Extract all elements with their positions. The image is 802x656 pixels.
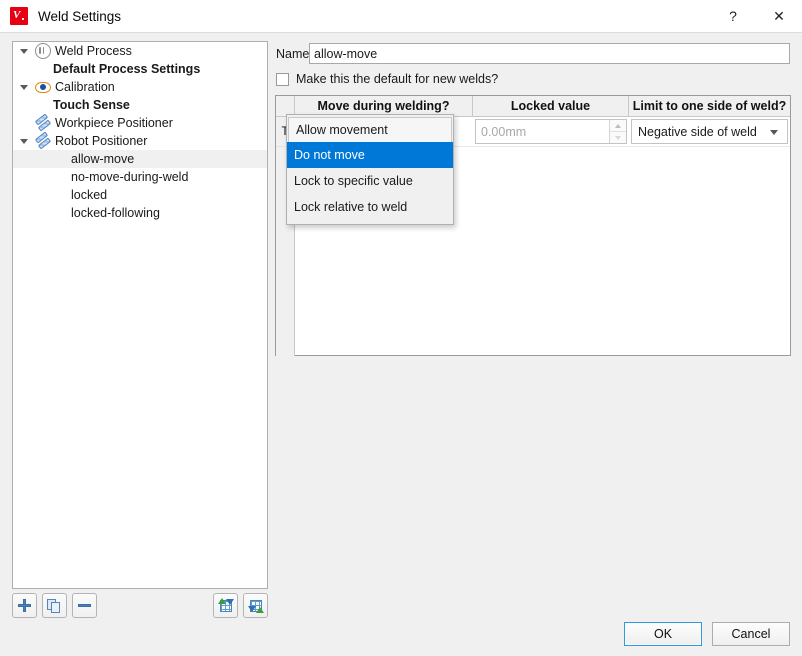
limit-to-one-side-dropdown[interactable]: Negative side of weld — [631, 119, 788, 144]
default-checkbox-label: Make this the default for new welds? — [296, 72, 499, 86]
tree-item-label: locked — [71, 188, 108, 202]
dropdown-option-lock-to-specific-value[interactable]: Lock to specific value — [287, 168, 453, 194]
tree-item-label: Default Process Settings — [53, 62, 201, 76]
cell-locked-value[interactable]: 0.00mm — [473, 117, 629, 146]
limit-to-one-side-value: Negative side of weld — [638, 124, 757, 139]
duplicate-icon — [47, 598, 62, 613]
cancel-button[interactable]: Cancel — [712, 622, 790, 646]
eye-icon — [33, 78, 53, 96]
tree-item-locked[interactable]: locked — [13, 186, 267, 204]
tree-item-allow-move[interactable]: allow-move — [13, 150, 267, 168]
table-corner-cell — [276, 96, 295, 116]
dropdown-option-allow-movement[interactable]: Allow movement — [288, 117, 452, 142]
app-icon: V — [10, 7, 28, 25]
tree-item-label: Calibration — [55, 80, 115, 94]
tree-item-label: Robot Positioner — [55, 134, 148, 148]
tree-item-label: locked-following — [71, 206, 160, 220]
tree-item-locked-following[interactable]: locked-following — [13, 204, 267, 222]
chevron-down-icon[interactable] — [15, 78, 33, 96]
ok-button[interactable]: OK — [624, 622, 702, 646]
duplicate-button[interactable] — [42, 593, 67, 618]
export-table-icon — [247, 598, 264, 613]
tree-item-default-process-settings[interactable]: Default Process Settings — [13, 60, 267, 78]
name-label: Name — [276, 47, 310, 61]
tree-item-no-move-during-weld[interactable]: no-move-during-weld — [13, 168, 267, 186]
positioner-icon — [33, 113, 53, 132]
default-checkbox[interactable] — [276, 72, 289, 86]
spinner-buttons[interactable] — [609, 120, 626, 143]
chevron-down-icon[interactable] — [15, 42, 33, 60]
column-header-locked-value[interactable]: Locked value — [473, 96, 629, 116]
remove-button[interactable] — [72, 593, 97, 618]
tree-item-weld-process[interactable]: Weld Process — [13, 42, 267, 60]
column-header-move-during-welding[interactable]: Move during welding? — [295, 96, 473, 116]
tree-item-label: Weld Process — [55, 44, 132, 58]
spinner-up-button[interactable] — [610, 120, 626, 132]
positioner-icon — [33, 131, 53, 150]
tree-item-label: allow-move — [71, 152, 135, 166]
title-bar: V Weld Settings ? ✕ — [0, 0, 802, 33]
tree-item-label: Workpiece Positioner — [55, 116, 173, 130]
locked-value-spinner[interactable]: 0.00mm — [475, 119, 627, 144]
default-checkbox-row[interactable]: Make this the default for new welds? — [276, 72, 498, 86]
add-icon — [18, 599, 31, 612]
chevron-down-icon — [615, 135, 621, 140]
dialog-button-bar: OK Cancel — [624, 622, 790, 646]
remove-icon — [78, 603, 91, 608]
weld-process-icon — [33, 42, 53, 60]
tree-item-calibration[interactable]: Calibration — [13, 78, 267, 96]
tree-item-touch-sense[interactable]: Touch Sense — [13, 96, 267, 114]
import-table-icon — [217, 598, 234, 613]
dropdown-option-do-not-move[interactable]: Do not move — [287, 142, 453, 168]
help-icon[interactable]: ? — [710, 0, 756, 32]
add-button[interactable] — [12, 593, 37, 618]
spinner-down-button[interactable] — [610, 132, 626, 143]
tree-item-workpiece-positioner[interactable]: Workpiece Positioner — [13, 113, 267, 132]
chevron-down-icon — [770, 129, 778, 135]
locked-value-text: 0.00mm — [481, 124, 527, 139]
window-title: Weld Settings — [38, 8, 122, 24]
tree-item-label: Touch Sense — [53, 98, 130, 112]
close-icon[interactable]: ✕ — [756, 0, 802, 32]
move-during-welding-dropdown-list[interactable]: Allow movement Do not move Lock to speci… — [286, 114, 454, 225]
chevron-down-icon[interactable] — [15, 132, 33, 150]
export-button[interactable] — [243, 593, 268, 618]
tree-item-robot-positioner[interactable]: Robot Positioner — [13, 131, 267, 150]
column-header-limit-to-one-side[interactable]: Limit to one side of weld? — [629, 96, 790, 116]
chevron-up-icon — [615, 123, 621, 128]
name-input[interactable] — [309, 43, 790, 64]
cell-limit-to-one-side[interactable]: Negative side of weld — [629, 117, 790, 146]
tree-item-label: no-move-during-weld — [71, 170, 189, 184]
dropdown-option-lock-relative-to-weld[interactable]: Lock relative to weld — [287, 194, 453, 220]
settings-tree[interactable]: Weld Process Default Process Settings Ca… — [12, 41, 268, 589]
app-icon-dots — [22, 18, 27, 23]
tree-toolbar — [12, 593, 268, 619]
import-button[interactable] — [213, 593, 238, 618]
